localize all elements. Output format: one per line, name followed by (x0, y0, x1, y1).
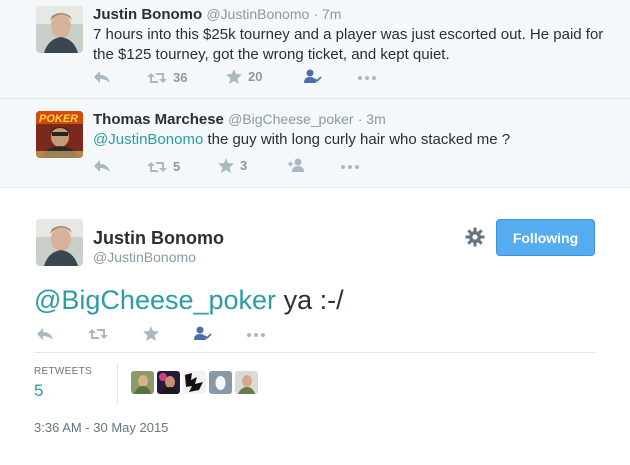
mention-link[interactable]: @BigCheese_poker (34, 285, 276, 315)
tweet-time[interactable]: · 7m (313, 6, 341, 22)
retweet-button[interactable] (88, 327, 108, 341)
star-icon (143, 326, 159, 341)
retweets-count[interactable]: 5 (34, 381, 43, 401)
settings-button[interactable] (465, 227, 485, 252)
reply-icon (94, 71, 110, 83)
retweet-count: 36 (173, 70, 188, 85)
retweet-icon (147, 161, 167, 172)
retweet-count: 5 (173, 159, 181, 174)
author-name[interactable]: Justin Bonomo (93, 6, 202, 23)
context-tweet-1[interactable]: Justin Bonomo @JustinBonomo · 7m 7 hours… (0, 0, 630, 98)
author-name[interactable]: Thomas Marchese (93, 111, 224, 128)
reply-icon (94, 160, 110, 172)
reply-button[interactable] (36, 327, 54, 341)
favorite-button[interactable]: 3 (218, 158, 247, 173)
context-tweet-2[interactable]: POKER Thomas Marchese @BigCheese_poker ·… (0, 99, 630, 187)
favorite-button[interactable] (143, 326, 159, 341)
retweet-icon (147, 72, 167, 83)
retweet-button[interactable]: 5 (147, 159, 180, 174)
retweeter-avatar[interactable] (235, 371, 258, 394)
retweeter-avatar[interactable] (157, 371, 180, 394)
star-icon (218, 158, 234, 173)
avatar-text: POKER (39, 113, 78, 125)
retweeter-avatars (131, 371, 258, 394)
mention-link[interactable]: @JustinBonomo (93, 131, 203, 148)
more-icon (247, 333, 265, 337)
follow-action-button[interactable] (304, 69, 322, 84)
follow-action-button[interactable] (194, 326, 212, 341)
retweeter-avatar[interactable] (209, 371, 232, 394)
divider (34, 352, 596, 353)
reply-button[interactable] (93, 159, 111, 173)
avatar[interactable]: POKER (36, 111, 83, 158)
main-tweet-text: @BigCheese_poker ya :-/ (34, 285, 344, 316)
tweet-text: @JustinBonomo the guy with long curly ha… (93, 130, 613, 150)
favorite-button[interactable]: 20 (226, 69, 262, 84)
more-button[interactable] (341, 165, 359, 169)
avatar[interactable] (36, 6, 83, 53)
author-handle[interactable]: @BigCheese_poker (228, 111, 354, 127)
divider (117, 363, 118, 404)
tweet-body: ya :-/ (276, 285, 344, 315)
add-user-icon (288, 158, 304, 172)
reply-icon (37, 328, 53, 340)
author-handle[interactable]: @JustinBonomo (206, 6, 309, 22)
star-icon (226, 69, 242, 84)
tweet-header: Thomas Marchese @BigCheese_poker · 3m (93, 111, 386, 128)
more-icon (341, 165, 359, 169)
tweet-body: the guy with long curly hair who stacked… (203, 131, 511, 148)
following-button[interactable]: Following (496, 219, 595, 256)
tweet-timestamp: 3:36 AM - 30 May 2015 (34, 420, 169, 435)
retweeter-avatar[interactable] (183, 371, 206, 394)
divider (0, 187, 630, 188)
more-icon (358, 76, 376, 80)
author-name[interactable]: Justin Bonomo (93, 228, 224, 249)
more-button[interactable] (247, 333, 265, 337)
gear-icon (465, 227, 485, 247)
user-following-icon (194, 326, 212, 340)
main-avatar[interactable] (36, 219, 83, 266)
follow-action-button[interactable] (287, 158, 307, 173)
more-button[interactable] (358, 76, 376, 80)
retweets-label: RETWEETS (34, 366, 92, 377)
favorite-count: 20 (248, 69, 263, 84)
tweet-time[interactable]: · 3m (358, 111, 386, 127)
favorite-count: 3 (240, 158, 248, 173)
retweeter-avatar[interactable] (131, 371, 154, 394)
tweet-text: 7 hours into this $25k tourney and a pla… (93, 26, 604, 63)
tweet-header: Justin Bonomo @JustinBonomo · 7m (93, 6, 341, 23)
retweet-icon (88, 329, 108, 339)
user-following-icon (304, 69, 322, 83)
retweet-button[interactable]: 36 (147, 70, 187, 85)
author-handle[interactable]: @JustinBonomo (93, 249, 196, 265)
reply-button[interactable] (93, 70, 111, 84)
